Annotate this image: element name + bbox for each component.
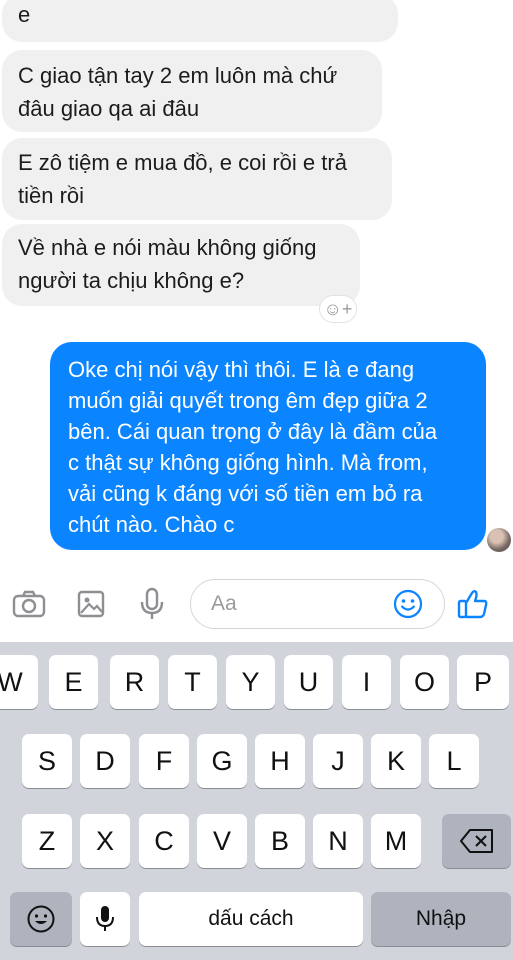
key-f[interactable]: F — [139, 734, 189, 788]
microphone-icon — [96, 906, 114, 931]
incoming-message[interactable]: C giao tận tay 2 em luôn mà chứ đâu giao… — [2, 50, 382, 132]
key-k[interactable]: K — [371, 734, 421, 788]
key-i[interactable]: I — [342, 655, 391, 709]
dictation-key[interactable] — [80, 892, 130, 946]
message-input-placeholder: Aa — [211, 592, 237, 615]
key-b[interactable]: B — [255, 814, 305, 868]
key-s[interactable]: S — [22, 734, 72, 788]
key-w[interactable]: W — [0, 655, 38, 709]
key-z[interactable]: Z — [22, 814, 72, 868]
incoming-message[interactable]: e — [2, 0, 398, 42]
key-j[interactable]: J — [313, 734, 363, 788]
key-t[interactable]: T — [168, 655, 217, 709]
keyboard: W E R T Y U I O P S D F G H J K L Z X C … — [0, 642, 513, 960]
incoming-message[interactable]: E zô tiệm e mua đồ, e coi rồi e trả tiền… — [2, 138, 392, 220]
key-r[interactable]: R — [110, 655, 159, 709]
key-h[interactable]: H — [255, 734, 305, 788]
key-y[interactable]: Y — [226, 655, 275, 709]
add-reaction-button[interactable]: ☺+ — [320, 296, 356, 322]
conversation-area: e C giao tận tay 2 em luôn mà chứ đâu gi… — [0, 0, 513, 568]
backspace-icon — [459, 829, 493, 853]
return-key[interactable]: Nhập — [371, 892, 511, 946]
key-m[interactable]: M — [371, 814, 421, 868]
key-g[interactable]: G — [197, 734, 247, 788]
camera-icon[interactable] — [11, 586, 47, 622]
outgoing-message[interactable]: Oke chị nói vậy thì thôi. E là e đang mu… — [50, 342, 486, 550]
gallery-icon[interactable] — [73, 586, 109, 622]
emoji-icon[interactable] — [393, 589, 423, 619]
key-p[interactable]: P — [457, 655, 509, 709]
backspace-key[interactable] — [442, 814, 511, 868]
smiley-icon — [27, 905, 55, 933]
key-o[interactable]: O — [400, 655, 449, 709]
microphone-icon[interactable] — [134, 586, 170, 622]
message-input[interactable]: Aa — [190, 579, 445, 629]
key-l[interactable]: L — [429, 734, 479, 788]
key-u[interactable]: U — [284, 655, 333, 709]
emoji-keyboard-key[interactable] — [10, 892, 72, 946]
key-d[interactable]: D — [80, 734, 130, 788]
space-key[interactable]: dấu cách — [139, 892, 363, 946]
key-e[interactable]: E — [49, 655, 98, 709]
key-v[interactable]: V — [197, 814, 247, 868]
thumbs-up-icon[interactable] — [455, 586, 491, 622]
read-receipt-avatar — [487, 528, 511, 552]
key-c[interactable]: C — [139, 814, 189, 868]
incoming-message[interactable]: Về nhà e nói màu không giống người ta ch… — [2, 224, 360, 306]
key-n[interactable]: N — [313, 814, 363, 868]
key-x[interactable]: X — [80, 814, 130, 868]
